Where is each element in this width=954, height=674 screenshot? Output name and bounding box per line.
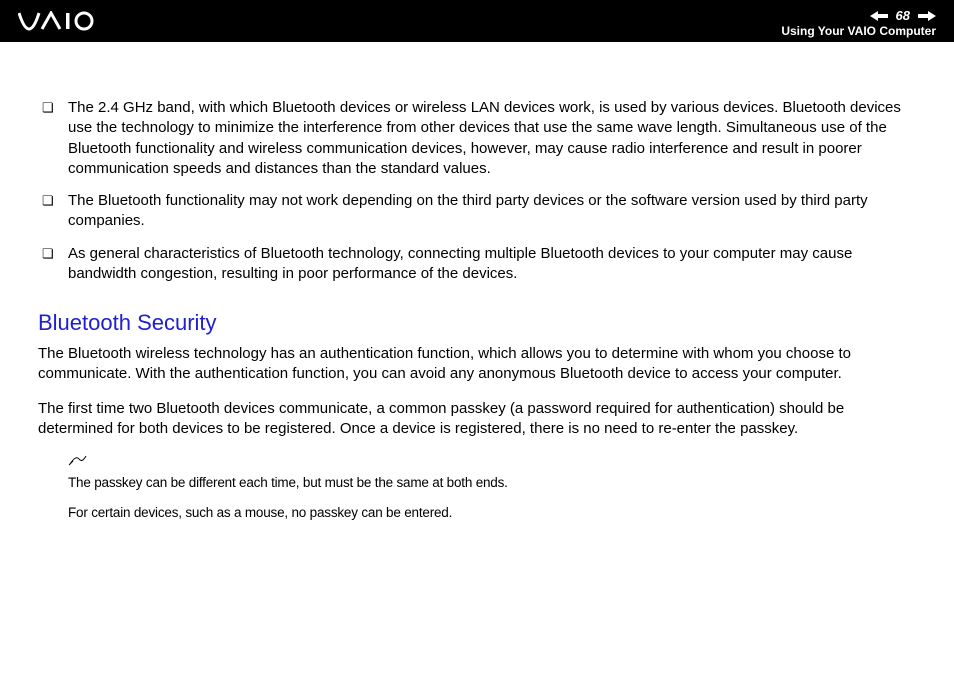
header-bar: 68 Using Your VAIO Computer — [0, 0, 954, 42]
page-nav: 68 Using Your VAIO Computer — [781, 4, 936, 38]
note-text: The passkey can be different each time, … — [68, 474, 916, 492]
bullet-list: The 2.4 GHz band, with which Bluetooth d… — [68, 98, 916, 284]
paragraph: The Bluetooth wireless technology has an… — [38, 344, 916, 385]
note-text: For certain devices, such as a mouse, no… — [68, 504, 916, 522]
note-block: The passkey can be different each time, … — [68, 453, 916, 521]
list-item: The Bluetooth functionality may not work… — [68, 191, 916, 232]
list-item: As general characteristics of Bluetooth … — [68, 244, 916, 285]
page-content: The 2.4 GHz band, with which Bluetooth d… — [0, 42, 954, 521]
section-heading: Bluetooth Security — [38, 310, 916, 336]
prev-page-arrow-icon[interactable] — [870, 11, 888, 21]
next-page-arrow-icon[interactable] — [918, 11, 936, 21]
list-item: The 2.4 GHz band, with which Bluetooth d… — [68, 98, 916, 179]
note-icon — [68, 453, 916, 472]
section-title: Using Your VAIO Computer — [781, 24, 936, 38]
paragraph: The first time two Bluetooth devices com… — [38, 399, 916, 440]
page-number: 68 — [896, 8, 910, 23]
vaio-logo — [18, 11, 118, 31]
